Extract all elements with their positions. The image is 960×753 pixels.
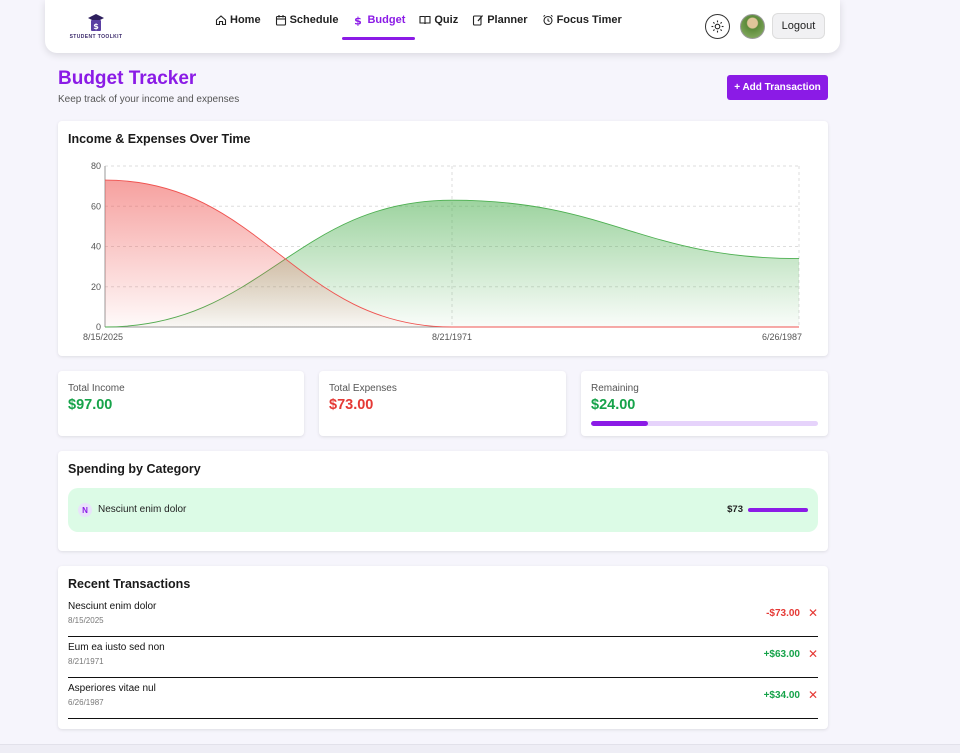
- transactions-title: Recent Transactions: [68, 577, 191, 591]
- x-tick-label: 8/21/1971: [432, 332, 472, 342]
- add-transaction-button[interactable]: + Add Transaction: [727, 75, 828, 100]
- chart-card: 0 20 40 60 80 8/15/2025 8/21/1971 6/26/1987 Inc…: [58, 121, 828, 356]
- page-title: Budget Tracker: [58, 68, 197, 89]
- total-income-card: Total Income $97.00: [58, 371, 304, 436]
- graduation-cap-icon: $: [88, 14, 104, 31]
- page-subtitle: Keep track of your income and expenses: [58, 94, 240, 105]
- transaction-date: 8/15/2025: [68, 616, 104, 625]
- pencil-icon: [473, 15, 484, 26]
- total-expenses-value: $73.00: [329, 397, 374, 413]
- category-badge: N: [78, 503, 92, 517]
- logout-button[interactable]: Logout: [772, 13, 825, 39]
- logo-text: STUDENT TOOLKIT: [69, 34, 123, 40]
- remaining-label: Remaining: [591, 383, 639, 394]
- nav-schedule-label: Schedule: [289, 14, 339, 26]
- y-tick-label: 40: [91, 242, 101, 252]
- total-income-label: Total Income: [68, 383, 125, 394]
- home-icon: [215, 15, 227, 26]
- bottom-bar: [0, 744, 960, 753]
- category-bar: [748, 508, 808, 512]
- total-expenses-card: Total Expenses $73.00: [319, 371, 566, 436]
- category-row: N Nesciunt enim dolor $73: [68, 488, 818, 532]
- delete-transaction-icon[interactable]: ✕: [808, 606, 818, 620]
- y-tick-label: 20: [91, 282, 101, 292]
- svg-text:$: $: [93, 22, 99, 31]
- category-title: Spending by Category: [68, 462, 201, 476]
- transaction-description: Asperiores vitae nul: [68, 683, 156, 694]
- total-income-value: $97.00: [68, 397, 113, 413]
- book-icon: [419, 15, 431, 25]
- transaction-row: Nesciunt enim dolor 8/15/2025 -$73.00 ✕: [68, 596, 818, 637]
- transaction-row: Eum ea iusto sed non 8/21/1971 +$63.00 ✕: [68, 637, 818, 678]
- nav-home-label: Home: [230, 14, 261, 26]
- y-tick-label: 60: [91, 201, 101, 211]
- theme-toggle-button[interactable]: [705, 14, 730, 39]
- calendar-icon: [275, 15, 286, 26]
- svg-text:$: $: [355, 15, 363, 27]
- category-name: Nesciunt enim dolor: [98, 504, 187, 515]
- sun-icon: [711, 20, 724, 33]
- dollar-icon: $: [355, 15, 363, 27]
- logo[interactable]: $ STUDENT TOOLKIT: [65, 12, 125, 44]
- remaining-card: Remaining $24.00: [581, 371, 828, 436]
- nav-links: Home Schedule $ Budget Quiz Planner Focu…: [215, 0, 636, 40]
- y-tick-label: 0: [96, 322, 101, 332]
- nav-planner[interactable]: Planner: [472, 0, 528, 40]
- nav-focus-timer-label: Focus Timer: [556, 14, 622, 26]
- remaining-value: $24.00: [591, 397, 636, 413]
- transaction-amount: +$63.00: [763, 649, 800, 660]
- transaction-row: Asperiores vitae nul 6/26/1987 +$34.00 ✕: [68, 678, 818, 719]
- nav-focus-timer[interactable]: Focus Timer: [542, 0, 622, 40]
- user-avatar[interactable]: [740, 14, 765, 39]
- nav-quiz[interactable]: Quiz: [419, 0, 458, 40]
- transaction-amount: -$73.00: [766, 608, 800, 619]
- income-expenses-chart: 0 20 40 60 80 8/15/2025 8/21/1971 6/26/1987: [83, 161, 802, 342]
- y-tick-label: 80: [91, 161, 101, 171]
- remaining-progress-fill: [591, 421, 648, 426]
- x-tick-label: 8/15/2025: [83, 332, 123, 342]
- delete-transaction-icon[interactable]: ✕: [808, 688, 818, 702]
- x-tick-label: 6/26/1987: [762, 332, 802, 342]
- nav-budget-label: Budget: [367, 14, 406, 26]
- transaction-description: Eum ea iusto sed non: [68, 642, 165, 653]
- remaining-progress: [591, 421, 818, 426]
- nav-budget[interactable]: $ Budget: [342, 0, 416, 40]
- transaction-description: Nesciunt enim dolor: [68, 601, 157, 612]
- total-expenses-label: Total Expenses: [329, 383, 397, 394]
- delete-transaction-icon[interactable]: ✕: [808, 647, 818, 661]
- alarm-icon: [542, 14, 553, 26]
- category-amount: $73: [727, 504, 743, 515]
- nav-home[interactable]: Home: [215, 0, 261, 40]
- transaction-amount: +$34.00: [763, 690, 800, 701]
- recent-transactions-card: Recent Transactions Nesciunt enim dolor …: [58, 566, 828, 729]
- top-navbar: $ STUDENT TOOLKIT Home Schedule $ Budget…: [45, 0, 840, 53]
- transaction-date: 8/21/1971: [68, 657, 104, 666]
- spending-by-category-card: Spending by Category N Nesciunt enim dol…: [58, 451, 828, 551]
- nav-quiz-label: Quiz: [434, 14, 459, 26]
- transaction-date: 6/26/1987: [68, 698, 104, 707]
- nav-schedule[interactable]: Schedule: [275, 0, 339, 40]
- nav-planner-label: Planner: [487, 14, 528, 26]
- chart-title: Income & Expenses Over Time: [68, 132, 251, 146]
